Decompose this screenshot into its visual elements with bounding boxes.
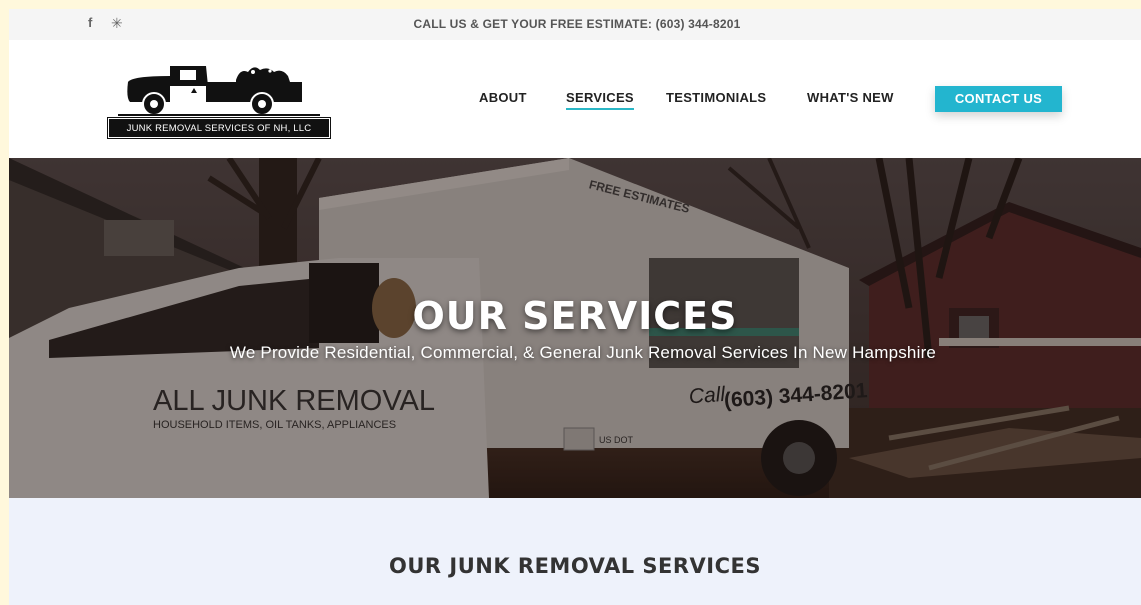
section-title: OUR JUNK REMOVAL SERVICES xyxy=(389,554,761,578)
contact-us-button[interactable]: CONTACT US xyxy=(935,86,1062,112)
nav-services[interactable]: SERVICES xyxy=(566,90,634,110)
site-header: JUNK REMOVAL SERVICES OF NH, LLC ABOUT S… xyxy=(9,40,1141,158)
phone-banner: CALL US & GET YOUR FREE ESTIMATE: (603) … xyxy=(413,17,741,31)
hero-banner: ALL JUNK REMOVAL HOUSEHOLD ITEMS, OIL TA… xyxy=(9,158,1141,498)
nav-about[interactable]: ABOUT xyxy=(479,90,527,105)
logo-text: JUNK REMOVAL SERVICES OF NH, LLC xyxy=(107,117,331,139)
site-logo[interactable]: JUNK REMOVAL SERVICES OF NH, LLC xyxy=(107,58,331,142)
services-section: OUR JUNK REMOVAL SERVICES xyxy=(9,498,1141,605)
nav-testimonials[interactable]: TESTIMONIALS xyxy=(666,90,766,105)
page-frame: f ✳ CALL US & GET YOUR FREE ESTIMATE: (6… xyxy=(9,9,1141,605)
hero-title: OUR SERVICES xyxy=(412,294,738,338)
top-bar: f ✳ CALL US & GET YOUR FREE ESTIMATE: (6… xyxy=(9,9,1141,40)
hero-subtitle: We Provide Residential, Commercial, & Ge… xyxy=(229,343,937,362)
nav-whats-new[interactable]: WHAT'S NEW xyxy=(807,90,894,105)
truck-logo-icon xyxy=(118,66,320,116)
